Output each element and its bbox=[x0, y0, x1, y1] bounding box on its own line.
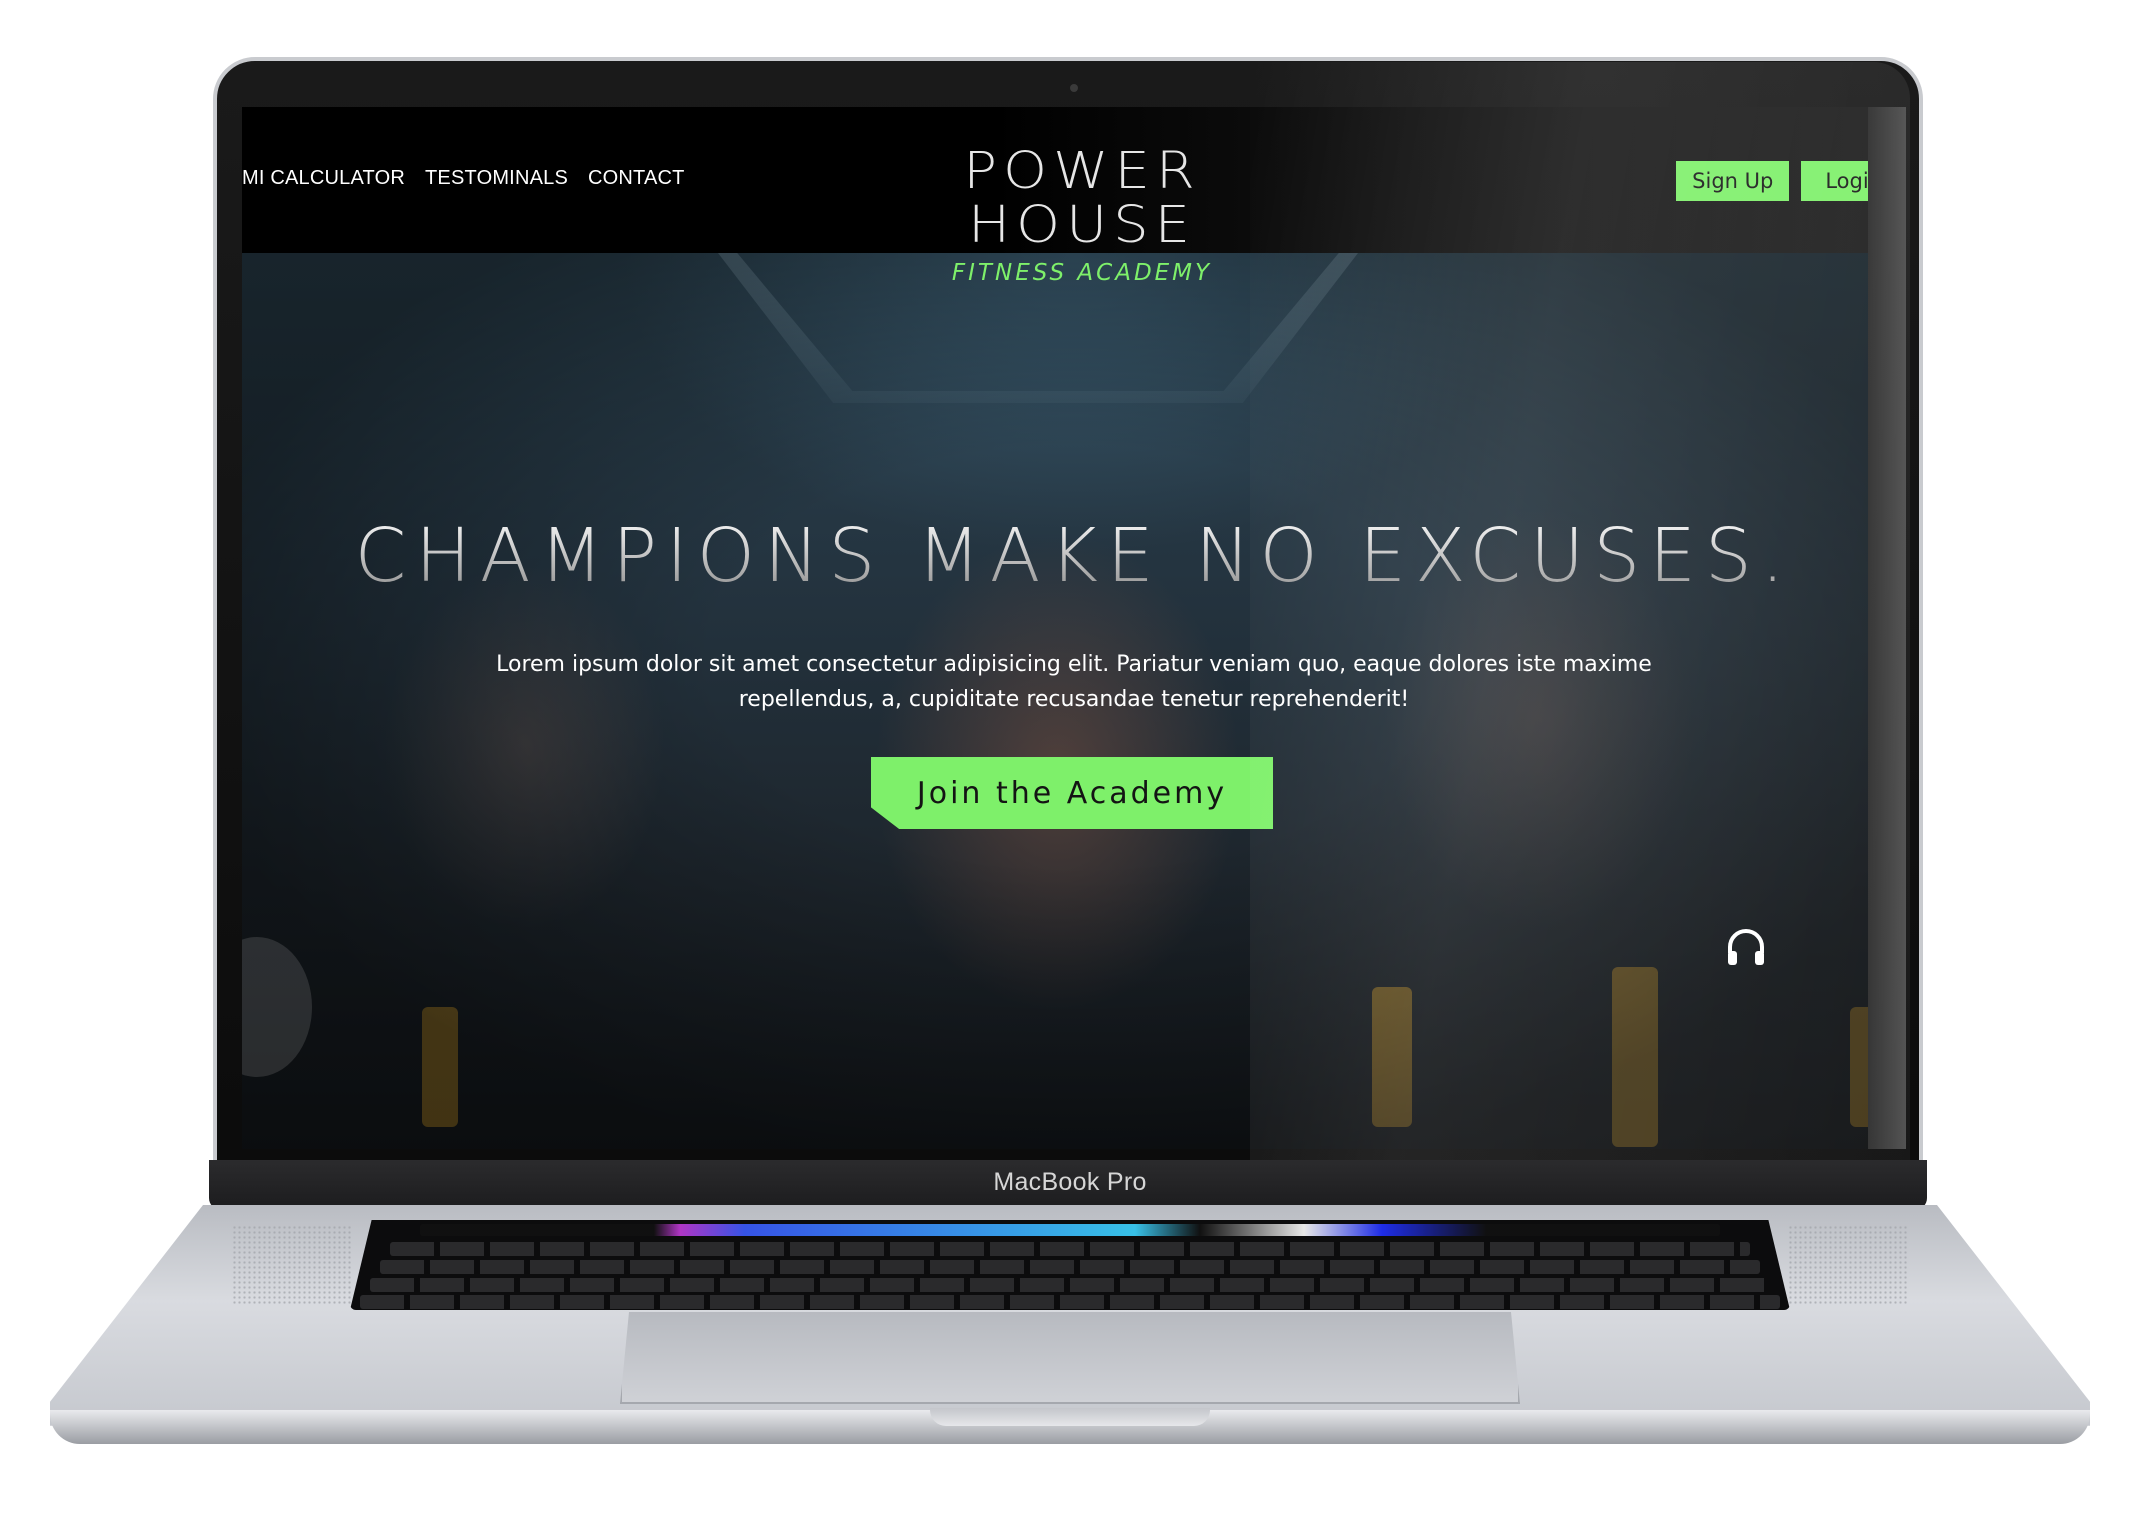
sign-up-button[interactable]: Sign Up bbox=[1676, 161, 1790, 201]
nav-link-testimonials[interactable]: TESTOMINALS bbox=[425, 167, 568, 190]
browser-viewport: MI CALCULATOR TESTOMINALS CONTACT POWER … bbox=[242, 107, 1906, 1149]
top-navbar: MI CALCULATOR TESTOMINALS CONTACT POWER … bbox=[242, 107, 1906, 286]
trackpad bbox=[620, 1312, 1520, 1404]
speaker-grille bbox=[232, 1225, 352, 1305]
hero-description: Lorem ipsum dolor sit amet consectetur a… bbox=[496, 652, 1652, 712]
key-row bbox=[370, 1278, 1770, 1292]
nav-link-bmi-calculator[interactable]: MI CALCULATOR bbox=[242, 167, 405, 190]
logo-subtitle: FITNESS ACADEMY bbox=[951, 260, 1213, 286]
nav-link-contact[interactable]: CONTACT bbox=[588, 167, 685, 190]
device-model-label: MacBook Pro bbox=[993, 1168, 1147, 1196]
touch-bar bbox=[420, 1224, 1720, 1236]
screen-edge bbox=[1868, 107, 1906, 1149]
key-row bbox=[360, 1295, 1780, 1309]
nav-links: MI CALCULATOR TESTOMINALS CONTACT bbox=[242, 167, 685, 190]
logo-title: POWER HOUSE bbox=[963, 142, 1201, 255]
hero-headline: CHAMPIONS MAKE NO EXCUSES. bbox=[242, 513, 1906, 599]
join-academy-button[interactable]: Join the Academy bbox=[871, 757, 1273, 829]
key-row bbox=[380, 1260, 1760, 1274]
headphones-icon[interactable] bbox=[1722, 923, 1770, 971]
lid-notch bbox=[930, 1408, 1210, 1426]
key-row bbox=[390, 1242, 1750, 1256]
site-logo[interactable]: POWER HOUSE FITNESS ACADEMY bbox=[862, 139, 1302, 287]
camera-icon bbox=[1070, 84, 1078, 92]
speaker-grille bbox=[1788, 1225, 1908, 1305]
